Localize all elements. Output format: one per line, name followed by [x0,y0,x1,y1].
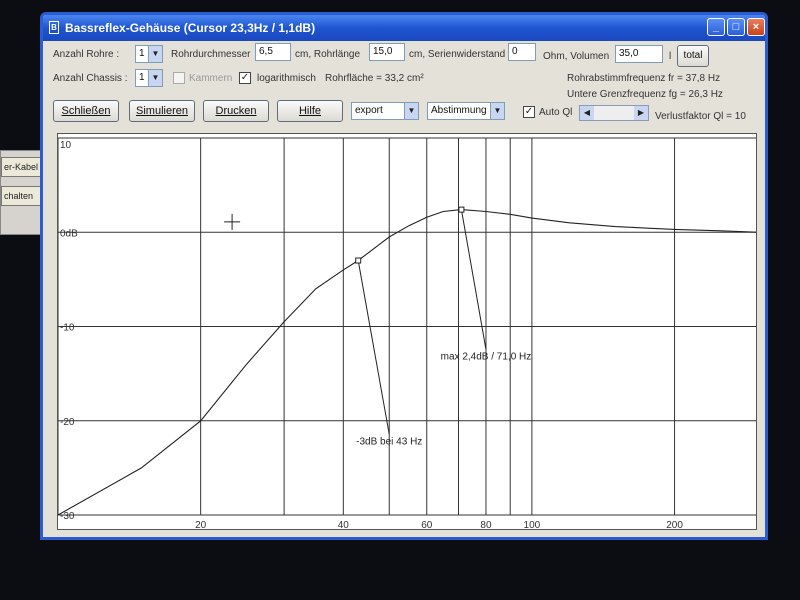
auto-ql-label: Auto Ql [539,107,573,118]
annotation-leader [357,260,390,435]
background-item-kabel[interactable]: er-Kabel [1,157,41,177]
scroll-right-icon[interactable]: ▶ [634,106,648,120]
anzahl-chassis-label: Anzahl Chassis : [53,73,128,84]
chevron-down-icon: ▼ [148,46,162,62]
frequency-response-chart: 100dB-10-20-3020 40 60 80 100 200max 2,4dB / … [58,137,756,530]
anzahl-chassis-value: 1 [139,72,145,83]
y-tick-label: 0dB [60,228,78,239]
y-tick-label: 10 [60,140,72,151]
volumen-input[interactable]: 35,0 [615,45,663,63]
export-select[interactable]: export ▼ [351,102,419,120]
schliessen-button[interactable]: Schließen [53,100,119,122]
y-tick-label: -20 [60,417,75,428]
chevron-down-icon: ▼ [148,70,162,86]
ql-scrollbar[interactable]: ◀ ▶ [579,105,649,121]
hilfe-button[interactable]: Hilfe [277,100,343,122]
x-tick-label: 80 [480,520,492,530]
chevron-down-icon: ▼ [490,103,504,119]
volumen-label: Ohm, Volumen [543,51,610,62]
annotation-leader [460,209,487,350]
rohrflaeche-text: Rohrfläche = 33,2 cm² [325,73,424,84]
chevron-down-icon: ▼ [404,103,418,119]
anzahl-rohre-value: 1 [139,48,145,59]
response-curve [58,209,756,516]
verlustfaktor-text: Verlustfaktor Ql = 10 [655,111,746,122]
export-value: export [355,105,383,116]
annotation-label: -3dB bei 43 Hz [356,436,422,447]
annotation-label: max 2,4dB / 71,0 Hz [441,351,532,362]
anzahl-rohre-label: Anzahl Rohre : [53,49,120,60]
background-window: er-Kabel chalten [0,150,44,235]
total-button[interactable]: total [677,45,709,67]
x-tick-label: 60 [421,520,433,530]
abstimmung-select[interactable]: Abstimmung ▼ [427,102,505,120]
auto-ql-checkbox[interactable]: ✓ [523,106,535,118]
kammern-checkbox[interactable] [173,72,185,84]
x-tick-label: 20 [195,520,207,530]
rohrdurchmesser-input[interactable]: 6,5 [255,43,291,61]
y-tick-label: -10 [60,323,75,334]
minimize-button[interactable]: _ [707,18,725,36]
abstimmung-value: Abstimmung [431,105,487,116]
app-icon: B [49,21,59,34]
title-bar[interactable]: B Bassreflex-Gehäuse (Cursor 23,3Hz / 1,… [43,15,765,41]
grenzfrequenz-text: Untere Grenzfrequenz fg = 26,3 Hz [567,89,723,100]
serienwiderstand-label: cm, Serienwiderstand [409,49,506,60]
simulieren-button[interactable]: Simulieren [129,100,195,122]
serienwiderstand-input[interactable]: 0 [508,43,536,61]
anzahl-chassis-select[interactable]: 1 ▼ [135,69,163,87]
rohrlaenge-label: cm, Rohrlänge [295,49,361,60]
rohrabstimmfrequenz-text: Rohrabstimmfrequenz fr = 37,8 Hz [567,73,721,84]
annotation-marker [355,257,362,264]
kammern-label: Kammern [189,73,233,84]
x-tick-label: 40 [338,520,350,530]
rohrlaenge-input[interactable]: 15,0 [369,43,405,61]
scroll-left-icon[interactable]: ◀ [580,106,594,120]
x-tick-label: 100 [524,520,541,530]
log-checkbox[interactable]: ✓ [239,72,251,84]
volumen-unit: l [669,51,672,62]
log-label: logarithmisch [257,73,316,84]
bassreflex-window: B Bassreflex-Gehäuse (Cursor 23,3Hz / 1,… [40,12,768,540]
maximize-button[interactable]: □ [727,18,745,36]
close-button[interactable]: × [747,18,765,36]
anzahl-rohre-select[interactable]: 1 ▼ [135,45,163,63]
frequency-response-plot[interactable]: 10 0dB -10 -20 -30 20 40 60 80 100 200 max 2,4dB / … [57,133,757,530]
rohrdurchmesser-label: Rohrdurchmesser [171,49,251,60]
annotation-marker [458,206,465,213]
drucken-button[interactable]: Drucken [203,100,269,122]
x-tick-label: 200 [666,520,683,530]
window-title: Bassreflex-Gehäuse (Cursor 23,3Hz / 1,1d… [65,21,316,35]
background-item-schalten[interactable]: chalten [1,186,41,206]
